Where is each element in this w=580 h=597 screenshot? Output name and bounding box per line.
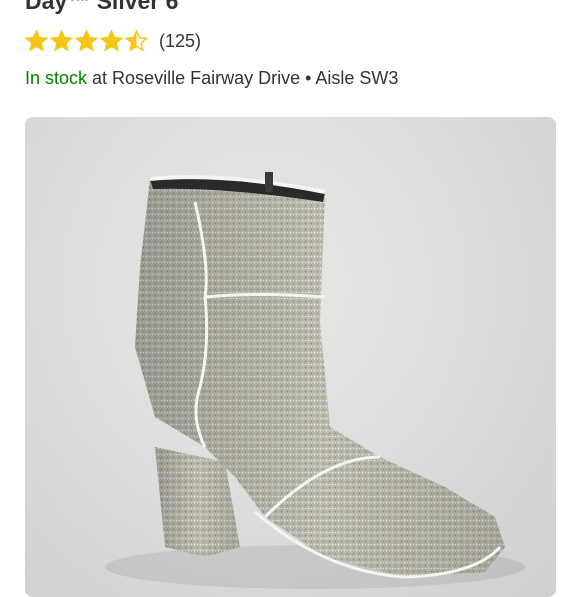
product-title: Day™ Silver 6: [25, 0, 179, 14]
availability-line: In stock at Roseville Fairway Drive • Ai…: [25, 68, 398, 89]
star-rating: [24, 29, 149, 53]
stock-status: In stock: [25, 68, 88, 88]
star-half-icon: [124, 29, 149, 52]
boot-illustration: [105, 172, 525, 589]
star-full-icon: [74, 29, 99, 52]
store-name[interactable]: Roseville Fairway Drive: [112, 68, 300, 88]
product-image[interactable]: [25, 117, 556, 597]
rating-row[interactable]: (125): [24, 28, 201, 54]
star-full-icon: [99, 29, 124, 52]
star-full-icon: [24, 29, 49, 52]
star-full-icon: [49, 29, 74, 52]
aisle-location: Aisle SW3: [315, 68, 399, 88]
review-count-link[interactable]: (125): [159, 31, 201, 52]
store-prefix: at: [87, 68, 113, 88]
separator-dot: •: [300, 68, 316, 88]
